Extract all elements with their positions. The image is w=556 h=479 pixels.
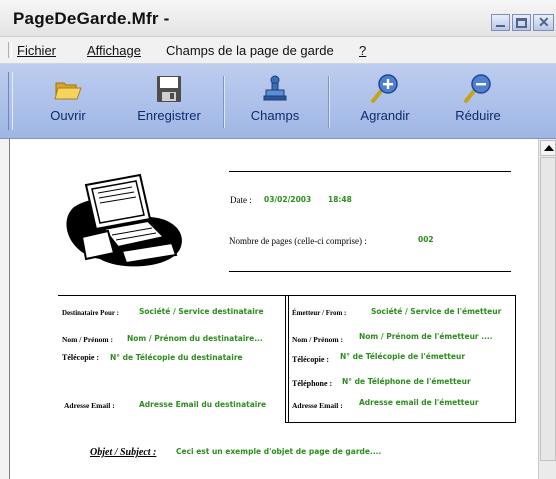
subject-value: Ceci est un exemple d'objet de page de g… [176,447,382,456]
recipient-fax-label: Télécopie : [62,353,100,362]
menu-champs[interactable]: Champs de la page de garde [166,43,334,58]
sender-from-value: Société / Service de l'émetteur [371,307,502,316]
save-label: Enregistrer [137,108,201,123]
recipient-name-label: Nom / Prénom : [62,335,114,344]
scroll-up-button[interactable] [540,140,556,156]
minimize-icon [496,25,505,27]
menu-grip [8,42,12,58]
open-label: Ouvrir [50,108,86,123]
zoom-out-label: Réduire [455,108,501,123]
recipient-email-label: Adresse Email : [64,401,115,410]
window-title: PageDeGarde.Mfr - [13,9,170,28]
zoom-out-button[interactable]: Réduire [447,74,509,130]
stamp-icon [259,74,291,104]
open-button[interactable]: Ouvrir [38,74,98,130]
recipient-dest-label: Destinataire Pour : [62,309,119,317]
scroll-thumb[interactable] [540,157,556,461]
fields-button[interactable]: Champs [240,74,310,130]
recipient-email-value: Adresse Email du destinataire [139,400,267,409]
close-button[interactable]: ✕ [533,14,554,31]
maximize-button[interactable] [512,14,531,31]
date-label: Date : [230,195,252,205]
folder-open-icon [52,74,84,104]
close-icon: ✕ [538,14,550,30]
zoom-in-button[interactable]: Agrandir [348,74,422,130]
sender-fax-label: Télécopie : [292,355,330,364]
recipient-dest-value: Société / Service destinataire [139,307,264,316]
sender-name-label: Nom / Prénom : [292,335,344,344]
header-top-line [229,171,511,172]
recipient-name-value: Nom / Prénom du destinataire... [127,334,263,343]
floppy-disk-icon [153,74,185,104]
sender-fax-value: N° de Télécopie de l'émetteur [340,352,466,361]
subject-label: Objet / Subject : [90,447,157,458]
zoom-in-icon [369,74,401,104]
save-button[interactable]: Enregistrer [132,74,206,130]
menu-fichier[interactable]: Fichier [17,43,56,58]
menu-help[interactable]: ? [359,43,366,58]
title-bar: PageDeGarde.Mfr - ✕ [0,0,556,37]
document-preview: Date : 03/02/2003 18:48 Nombre de pages … [9,139,539,479]
fields-label: Champs [250,108,300,123]
maximize-icon [516,18,527,28]
toolbar-separator [223,76,225,128]
toolbar-grip [8,72,13,130]
sender-from-label: Émetteur / From : [292,309,347,317]
computer-illustration [52,167,190,277]
header-bottom-line [229,271,511,272]
pages-label: Nombre de pages (celle-ci comprise) : [229,236,367,246]
sender-email-value: Adresse email de l'émetteur [359,398,479,407]
pages-value: 002 [418,235,434,244]
recipient-fax-value: N° de Télécopie du destinataire [110,353,243,362]
vertical-scrollbar[interactable] [538,139,556,479]
date-value: 03/02/2003 [264,195,312,204]
sender-phone-value: N° de Téléphone de l'émetteur [342,377,471,386]
menu-bar: Fichier Affichage Champs de la page de g… [0,37,556,64]
zoom-out-icon [462,74,494,104]
time-value: 18:48 [328,195,352,204]
minimize-button[interactable] [491,14,510,31]
sender-email-label: Adresse Email : [292,401,343,410]
zoom-in-label: Agrandir [360,108,410,123]
sender-phone-label: Téléphone : [292,379,333,388]
toolbar: Ouvrir Enregistrer Champs Agrandir Rédui… [0,64,556,139]
menu-affichage[interactable]: Affichage [87,43,141,58]
toolbar-separator [328,76,330,128]
sender-name-value: Nom / Prénom de l'émetteur .... [359,332,493,341]
